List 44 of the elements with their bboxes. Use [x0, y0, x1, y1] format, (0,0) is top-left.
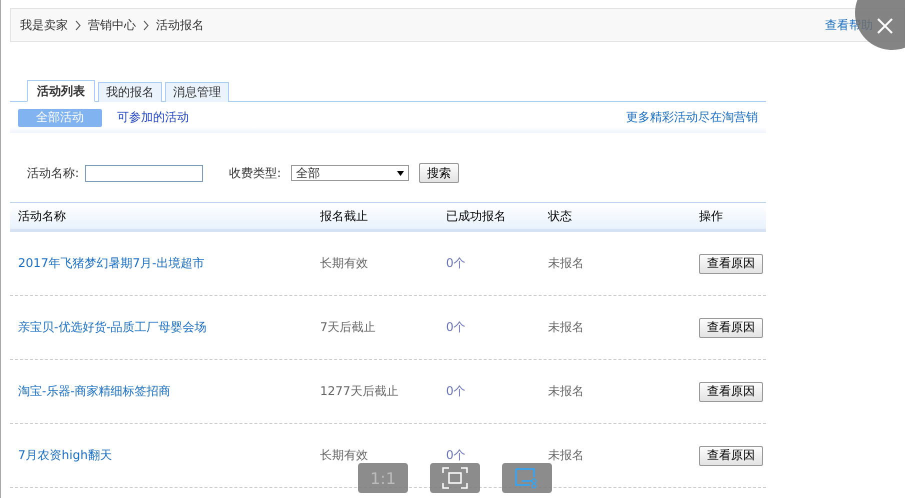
- chevron-icon: [143, 20, 149, 30]
- breadcrumb-item[interactable]: 我是卖家: [20, 16, 68, 34]
- field-label: 活动名称:: [27, 164, 80, 182]
- table-cell-text: 1277天后截止: [319, 383, 400, 400]
- activity-name-field[interactable]: [85, 164, 204, 182]
- activity-link[interactable]: 2017年飞猪梦幻暑期7月-出境超市: [18, 256, 205, 270]
- column-header: 状态: [547, 208, 573, 224]
- tab[interactable]: 消息管理: [165, 82, 229, 102]
- activity-link[interactable]: 淘宝-乐器-商家精细标签招商: [18, 384, 171, 398]
- column-header: 操作: [698, 208, 724, 224]
- table-cell-text: 未报名: [547, 255, 585, 272]
- activity-link[interactable]: 亲宝贝-优选好货-品质工厂母婴会场: [18, 320, 207, 334]
- dropdown-arrow-icon: [397, 170, 404, 176]
- column-header: 活动名称: [17, 208, 67, 224]
- table-cell-text: 0个: [445, 255, 467, 272]
- table-cell-text: 长期有效: [319, 447, 369, 464]
- breadcrumb-item[interactable]: 活动报名: [156, 16, 204, 34]
- table-cell-text: 0个: [445, 383, 467, 400]
- tab[interactable]: 活动列表: [27, 80, 95, 102]
- activity-link[interactable]: 7月农资high翻天: [18, 448, 112, 462]
- column-header: 已成功报名: [445, 208, 507, 224]
- table-cell-text: 0个: [445, 319, 467, 336]
- table-cell-text: 未报名: [547, 319, 585, 336]
- table-cell-text: 7天后截止: [319, 319, 377, 336]
- chevron-icon: [75, 20, 81, 30]
- tab[interactable]: 我的报名: [98, 82, 162, 102]
- table-cell-text: 长期有效: [319, 255, 369, 272]
- view-reason-button[interactable]: 查看原因: [699, 382, 763, 402]
- table-cell-text: 0个: [445, 447, 467, 464]
- field-label: 收费类型:: [229, 164, 282, 182]
- search-button[interactable]: 搜索: [419, 163, 460, 183]
- more-activities-link[interactable]: 更多精彩活动尽在淘营销: [626, 109, 758, 126]
- fit-window-button[interactable]: [430, 463, 480, 493]
- view-reason-button[interactable]: 查看原因: [699, 446, 763, 466]
- table-cell-text: 未报名: [547, 447, 585, 464]
- breadcrumb-item[interactable]: 营销中心: [88, 16, 136, 34]
- table-cell-text: 未报名: [547, 383, 585, 400]
- view-reason-button[interactable]: 查看原因: [699, 318, 763, 338]
- filter-tab[interactable]: 可参加的活动: [108, 108, 198, 126]
- view-reason-button[interactable]: 查看原因: [699, 254, 763, 274]
- close-icon: [877, 18, 893, 34]
- fit-window-icon: [442, 467, 468, 489]
- fee-type-dropdown[interactable]: 全部: [291, 165, 410, 181]
- column-header: 报名截止: [319, 208, 369, 224]
